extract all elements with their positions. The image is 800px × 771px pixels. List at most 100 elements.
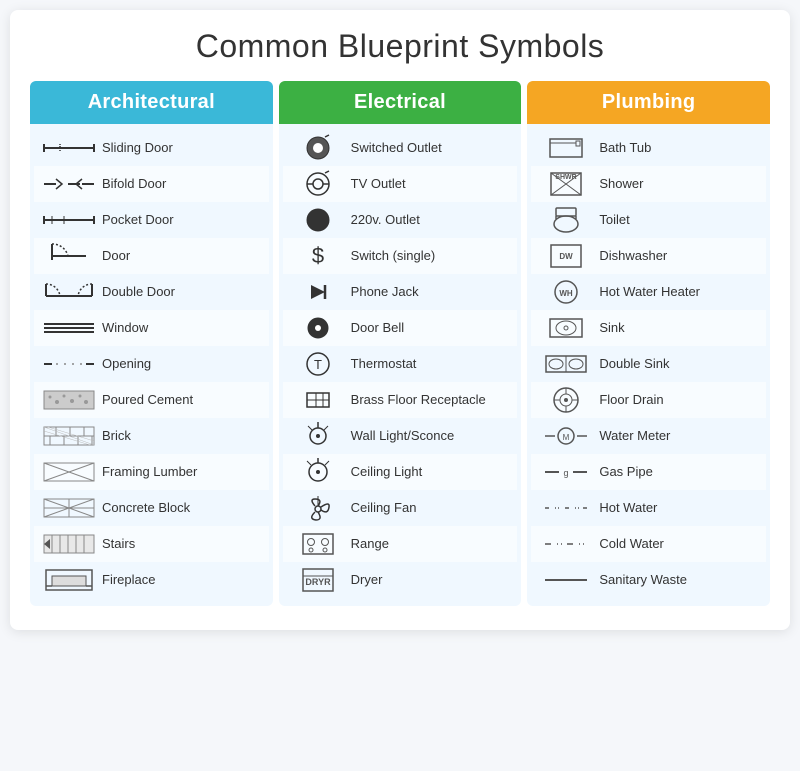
list-item: Range bbox=[283, 526, 518, 562]
dryer-icon: DRYR bbox=[289, 566, 347, 594]
sanitary-waste-pipe-icon bbox=[537, 573, 595, 587]
dryer-label: Dryer bbox=[347, 572, 383, 589]
architectural-column: Architectural Sliding Door bbox=[30, 81, 273, 606]
list-item: Sanitary Waste bbox=[531, 562, 766, 598]
floor-drain-label: Floor Drain bbox=[595, 392, 663, 409]
list-item: Bifold Door bbox=[34, 166, 269, 202]
list-item: Poured Cement bbox=[34, 382, 269, 418]
svg-text:SHWR: SHWR bbox=[556, 174, 577, 181]
list-item: Floor Drain bbox=[531, 382, 766, 418]
pocket-door-label: Pocket Door bbox=[98, 212, 174, 229]
wall-light-icon bbox=[289, 421, 347, 451]
door-icon bbox=[40, 242, 98, 270]
double-door-label: Double Door bbox=[98, 284, 175, 301]
framing-lumber-label: Framing Lumber bbox=[98, 464, 197, 481]
plumbing-body: Bath Tub SHWR Shower bbox=[527, 124, 770, 606]
floor-drain-icon bbox=[537, 385, 595, 415]
architectural-body: Sliding Door Bifold Door bbox=[30, 124, 273, 606]
cold-water-pipe-icon bbox=[537, 537, 595, 551]
list-item: Door Bell bbox=[283, 310, 518, 346]
hot-water-pipe-icon bbox=[537, 501, 595, 515]
water-meter-label: Water Meter bbox=[595, 428, 670, 445]
poured-cement-icon bbox=[40, 387, 98, 413]
ceiling-light-icon bbox=[289, 457, 347, 487]
fireplace-icon bbox=[40, 566, 98, 594]
list-item: Sliding Door bbox=[34, 130, 269, 166]
list-item: WH Hot Water Heater bbox=[531, 274, 766, 310]
plumbing-column: Plumbing Bath Tub bbox=[527, 81, 770, 606]
window-icon bbox=[40, 320, 98, 336]
svg-text:g: g bbox=[564, 468, 569, 478]
opening-label: Opening bbox=[98, 356, 151, 373]
columns-container: Architectural Sliding Door bbox=[30, 81, 770, 606]
tv-outlet-icon bbox=[289, 169, 347, 199]
switch-single-label: Switch (single) bbox=[347, 248, 436, 265]
range-icon bbox=[289, 530, 347, 558]
list-item: Opening bbox=[34, 346, 269, 382]
shower-label: Shower bbox=[595, 176, 643, 193]
door-label: Door bbox=[98, 248, 130, 265]
list-item: $ Switch (single) bbox=[283, 238, 518, 274]
dishwasher-icon: DW bbox=[537, 242, 595, 270]
page-title: Common Blueprint Symbols bbox=[30, 28, 770, 65]
concrete-block-label: Concrete Block bbox=[98, 500, 190, 517]
svg-text:$: $ bbox=[312, 243, 324, 268]
list-item: Fireplace bbox=[34, 562, 269, 598]
thermostat-icon: T bbox=[289, 349, 347, 379]
list-item: Brass Floor Receptacle bbox=[283, 382, 518, 418]
list-item: Window bbox=[34, 310, 269, 346]
list-item: M Water Meter bbox=[531, 418, 766, 454]
window-label: Window bbox=[98, 320, 148, 337]
svg-text:M: M bbox=[563, 433, 570, 442]
sink-icon bbox=[537, 316, 595, 340]
list-item: Cold Water bbox=[531, 526, 766, 562]
tv-outlet-label: TV Outlet bbox=[347, 176, 406, 193]
list-item: Framing Lumber bbox=[34, 454, 269, 490]
list-item: DRYR Dryer bbox=[283, 562, 518, 598]
electrical-body: Switched Outlet TV Outlet bbox=[279, 124, 522, 606]
concrete-block-icon bbox=[40, 495, 98, 521]
switched-outlet-icon bbox=[289, 133, 347, 163]
sliding-door-label: Sliding Door bbox=[98, 140, 173, 157]
switched-outlet-label: Switched Outlet bbox=[347, 140, 442, 157]
architectural-header: Architectural bbox=[30, 81, 273, 124]
sliding-door-icon bbox=[40, 137, 98, 159]
door-bell-label: Door Bell bbox=[347, 320, 404, 337]
double-door-icon bbox=[40, 278, 98, 306]
bath-tub-icon bbox=[537, 135, 595, 161]
brass-floor-receptacle-label: Brass Floor Receptacle bbox=[347, 392, 486, 409]
brick-label: Brick bbox=[98, 428, 131, 445]
svg-text:WH: WH bbox=[560, 289, 574, 298]
double-sink-label: Double Sink bbox=[595, 356, 669, 373]
sink-label: Sink bbox=[595, 320, 624, 337]
list-item: Concrete Block bbox=[34, 490, 269, 526]
list-item: Ceiling Light bbox=[283, 454, 518, 490]
outlet-220-label: 220v. Outlet bbox=[347, 212, 420, 229]
stairs-icon bbox=[40, 531, 98, 557]
pocket-door-icon bbox=[40, 209, 98, 231]
list-item: Door bbox=[34, 238, 269, 274]
list-item: g Gas Pipe bbox=[531, 454, 766, 490]
water-meter-icon: M bbox=[537, 425, 595, 447]
brick-icon bbox=[40, 423, 98, 449]
ceiling-light-label: Ceiling Light bbox=[347, 464, 423, 481]
list-item: TV Outlet bbox=[283, 166, 518, 202]
electrical-column: Electrical Switched Outlet bbox=[279, 81, 522, 606]
svg-text:DRYR: DRYR bbox=[305, 577, 331, 587]
poured-cement-label: Poured Cement bbox=[98, 392, 193, 409]
hot-water-pipe-label: Hot Water bbox=[595, 500, 657, 517]
list-item: Toilet bbox=[531, 202, 766, 238]
list-item: 220v. Outlet bbox=[283, 202, 518, 238]
list-item: Wall Light/Sconce bbox=[283, 418, 518, 454]
hot-water-heater-label: Hot Water Heater bbox=[595, 284, 700, 301]
list-item: Phone Jack bbox=[283, 274, 518, 310]
list-item: DW Dishwasher bbox=[531, 238, 766, 274]
list-item: Bath Tub bbox=[531, 130, 766, 166]
bifold-door-label: Bifold Door bbox=[98, 176, 166, 193]
svg-text:T: T bbox=[314, 357, 322, 372]
outlet-220-icon bbox=[289, 205, 347, 235]
gas-pipe-label: Gas Pipe bbox=[595, 464, 652, 481]
list-item: Brick bbox=[34, 418, 269, 454]
ceiling-fan-icon bbox=[289, 493, 347, 523]
list-item: SHWR Shower bbox=[531, 166, 766, 202]
